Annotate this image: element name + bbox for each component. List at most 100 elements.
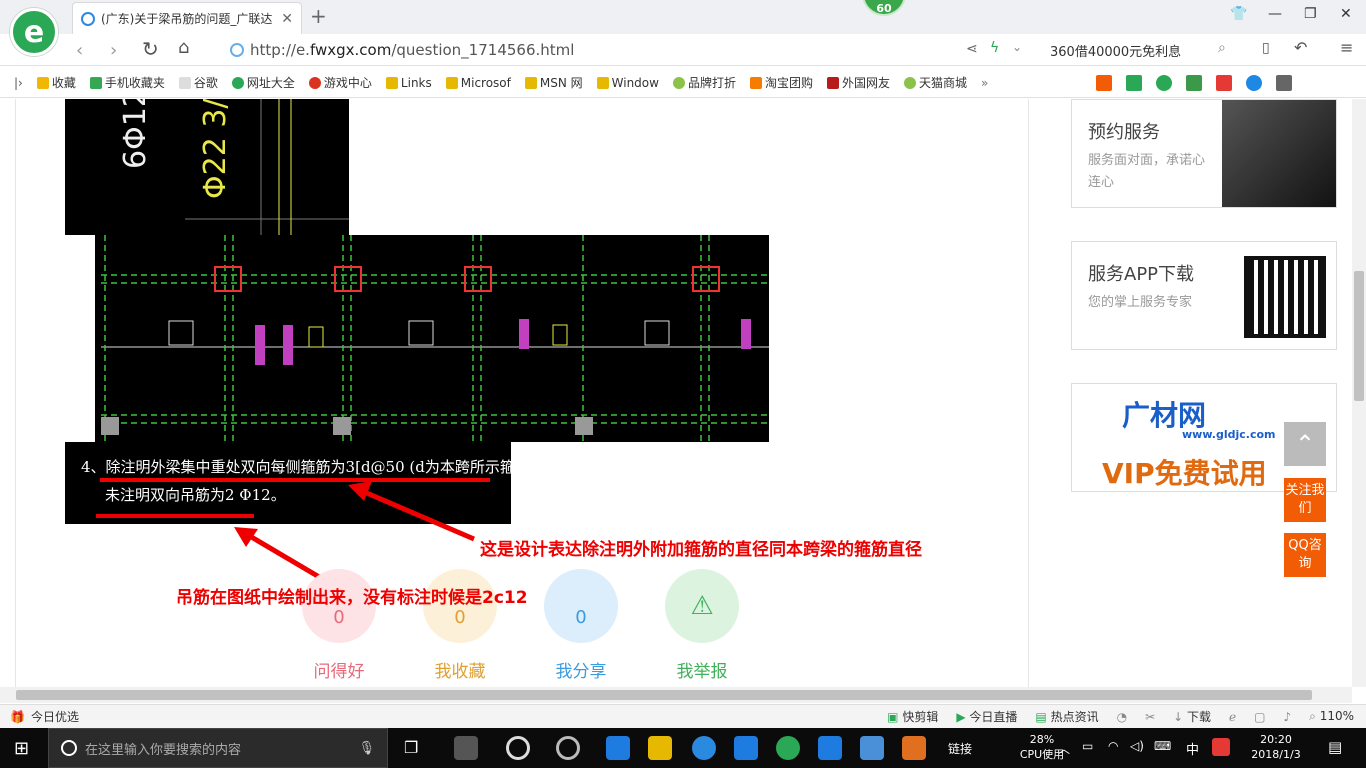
explorer-app-icon[interactable] [648, 736, 672, 760]
undo-icon[interactable]: ↶ [1294, 38, 1307, 57]
glodon-app-icon[interactable] [734, 736, 758, 760]
horizontal-scrollbar[interactable] [0, 687, 1352, 703]
links-toolbar[interactable]: 链接 [948, 740, 972, 757]
taskbar-search[interactable]: 在这里输入你要搜索的内容 🎙 [48, 728, 388, 768]
action-report-label[interactable]: 我举报 [657, 657, 747, 682]
browser-app-icon[interactable] [776, 736, 800, 760]
search-promo[interactable]: 360借40000元免利息 [1050, 41, 1181, 60]
close-tab-icon[interactable]: ✕ [281, 11, 293, 27]
photos-app-icon[interactable] [860, 736, 884, 760]
back-to-top-button[interactable]: ⌃ [1284, 422, 1326, 466]
fav-label: 谷歌 [193, 76, 218, 90]
fav-item[interactable]: 品牌打折 [672, 74, 736, 91]
sound-icon[interactable]: ♪ [1283, 710, 1291, 724]
clock[interactable]: 20:20 2018/1/3 [1246, 732, 1306, 762]
grid-icon[interactable] [1276, 74, 1293, 91]
fav-item[interactable]: Window [596, 76, 659, 90]
live-link[interactable]: ▶ 今日直播 [956, 708, 1017, 725]
action-share-button[interactable] [544, 569, 618, 643]
close-window-icon[interactable]: ✕ [1340, 6, 1352, 22]
sidebar-toggle-icon[interactable]: |› [14, 76, 23, 90]
action-report-button[interactable]: ⚠ [665, 569, 739, 643]
share-icon[interactable]: ⋖ [966, 41, 978, 57]
refresh-icon[interactable]: ↻ [142, 37, 159, 61]
star-icon [36, 76, 49, 89]
battery-icon[interactable]: ▭ [1082, 739, 1093, 753]
search-icon[interactable]: ⌕ [1218, 40, 1226, 56]
ime-indicator[interactable]: 中 [1186, 739, 1199, 758]
fav-item[interactable]: 网址大全 [231, 74, 295, 91]
fav-item[interactable]: Microsof [445, 76, 511, 90]
fav-item[interactable]: 手机收藏夹 [89, 74, 165, 91]
scissors-icon[interactable] [1216, 74, 1233, 91]
url-field[interactable]: http://e.fwxgx.com/question_1714566.html [226, 38, 996, 62]
folder-icon [524, 76, 537, 89]
speed-icon[interactable]: ◔ [1117, 710, 1127, 724]
action-good-label[interactable]: 问得好 [294, 657, 384, 682]
today-picks[interactable]: 今日优选 [31, 708, 79, 725]
ie-app-icon[interactable] [692, 736, 716, 760]
qq-consult-button[interactable]: QQ咨询 [1284, 533, 1326, 577]
score-badge[interactable]: 60 [862, 0, 906, 16]
lightning-icon[interactable]: ϟ [990, 40, 999, 56]
edge-app-icon[interactable] [606, 736, 630, 760]
follow-us-button[interactable]: 关注我们 [1284, 478, 1326, 522]
pin-icon[interactable]: ✂ [1145, 710, 1155, 724]
browser360-app-icon[interactable] [506, 736, 530, 760]
task-view-icon[interactable]: ❐ [404, 738, 418, 757]
shield-icon[interactable] [1156, 74, 1173, 91]
horizontal-scroll-thumb[interactable] [16, 690, 1312, 700]
minimize-icon[interactable]: — [1268, 6, 1282, 22]
download-link[interactable]: ↓ 下载 [1173, 708, 1211, 725]
fav-item[interactable]: 游戏中心 [308, 74, 372, 91]
fan-app-icon[interactable] [454, 736, 478, 760]
zoom-level[interactable]: ⌕ 110% [1309, 709, 1354, 724]
notification-icon[interactable]: ▤ [1328, 738, 1342, 756]
wifi-icon[interactable]: ◠ [1108, 739, 1118, 753]
action-collect-label[interactable]: 我收藏 [415, 657, 505, 682]
fav-item[interactable]: 谷歌 [178, 74, 218, 91]
new-tab-icon[interactable]: + [310, 4, 327, 28]
app-card[interactable]: 服务APP下载 您的掌上服务专家 [1071, 241, 1337, 350]
fav-item[interactable]: 天猫商城 [904, 74, 967, 91]
magnifier-icon[interactable] [1246, 74, 1263, 91]
browser-tab[interactable]: (广东)关于梁吊筋的问题_广联达 ✕ [72, 2, 302, 34]
window-icon[interactable]: ▢ [1254, 710, 1265, 724]
tab-title: (广东)关于梁吊筋的问题_广联达 [101, 12, 273, 26]
keyboard-icon[interactable]: ⌨ [1154, 739, 1171, 753]
mobile-icon[interactable]: ▯ [1262, 40, 1270, 56]
forward-icon[interactable]: › [110, 40, 117, 61]
pdf-app-icon[interactable] [902, 736, 926, 760]
home-icon[interactable]: ⌂ [178, 37, 189, 58]
fav-item[interactable]: 外国网友 [827, 74, 890, 91]
ie-icon[interactable]: ℯ [1229, 710, 1236, 724]
toolbox-app-icon[interactable] [818, 736, 842, 760]
more-favorites-icon[interactable]: » [981, 76, 988, 90]
menu-icon[interactable]: ≡ [1340, 38, 1353, 57]
fav-label: 手机收藏夹 [104, 76, 165, 90]
browser-logo[interactable]: e [10, 8, 58, 56]
volume-icon[interactable]: ◁) [1130, 739, 1144, 753]
news-link[interactable]: ▤ 热点资讯 [1035, 708, 1098, 725]
booking-card[interactable]: 预约服务 服务面对面，承诺心连心 [1071, 99, 1337, 208]
quick-clip-link[interactable]: ▣ 快剪辑 [887, 708, 938, 725]
fav-item[interactable]: Links [385, 76, 432, 90]
vertical-scroll-thumb[interactable] [1354, 271, 1364, 401]
swirl-app-icon[interactable] [556, 736, 580, 760]
reader-icon[interactable] [1126, 74, 1143, 91]
fav-item[interactable]: 淘宝团购 [749, 74, 813, 91]
action-share-label[interactable]: 我分享 [536, 657, 626, 682]
translate-icon[interactable] [1186, 74, 1203, 91]
shirt-icon[interactable]: 👕 [1230, 6, 1247, 22]
vertical-scrollbar[interactable] [1352, 99, 1366, 687]
sogou-icon[interactable] [1212, 738, 1230, 756]
back-icon[interactable]: ‹ [76, 40, 83, 61]
chevron-down-icon[interactable]: ⌄ [1012, 40, 1022, 54]
windows-start-icon[interactable]: ⊞ [14, 738, 29, 759]
url-prefix: http://e. [250, 41, 310, 59]
tray-expand-icon[interactable]: ︿ [1058, 740, 1070, 757]
restore-icon[interactable]: ❐ [1304, 6, 1317, 22]
fav-item[interactable]: MSN 网 [524, 74, 583, 91]
discount-icon[interactable] [1096, 74, 1113, 91]
fav-item[interactable]: 收藏 [36, 74, 76, 91]
